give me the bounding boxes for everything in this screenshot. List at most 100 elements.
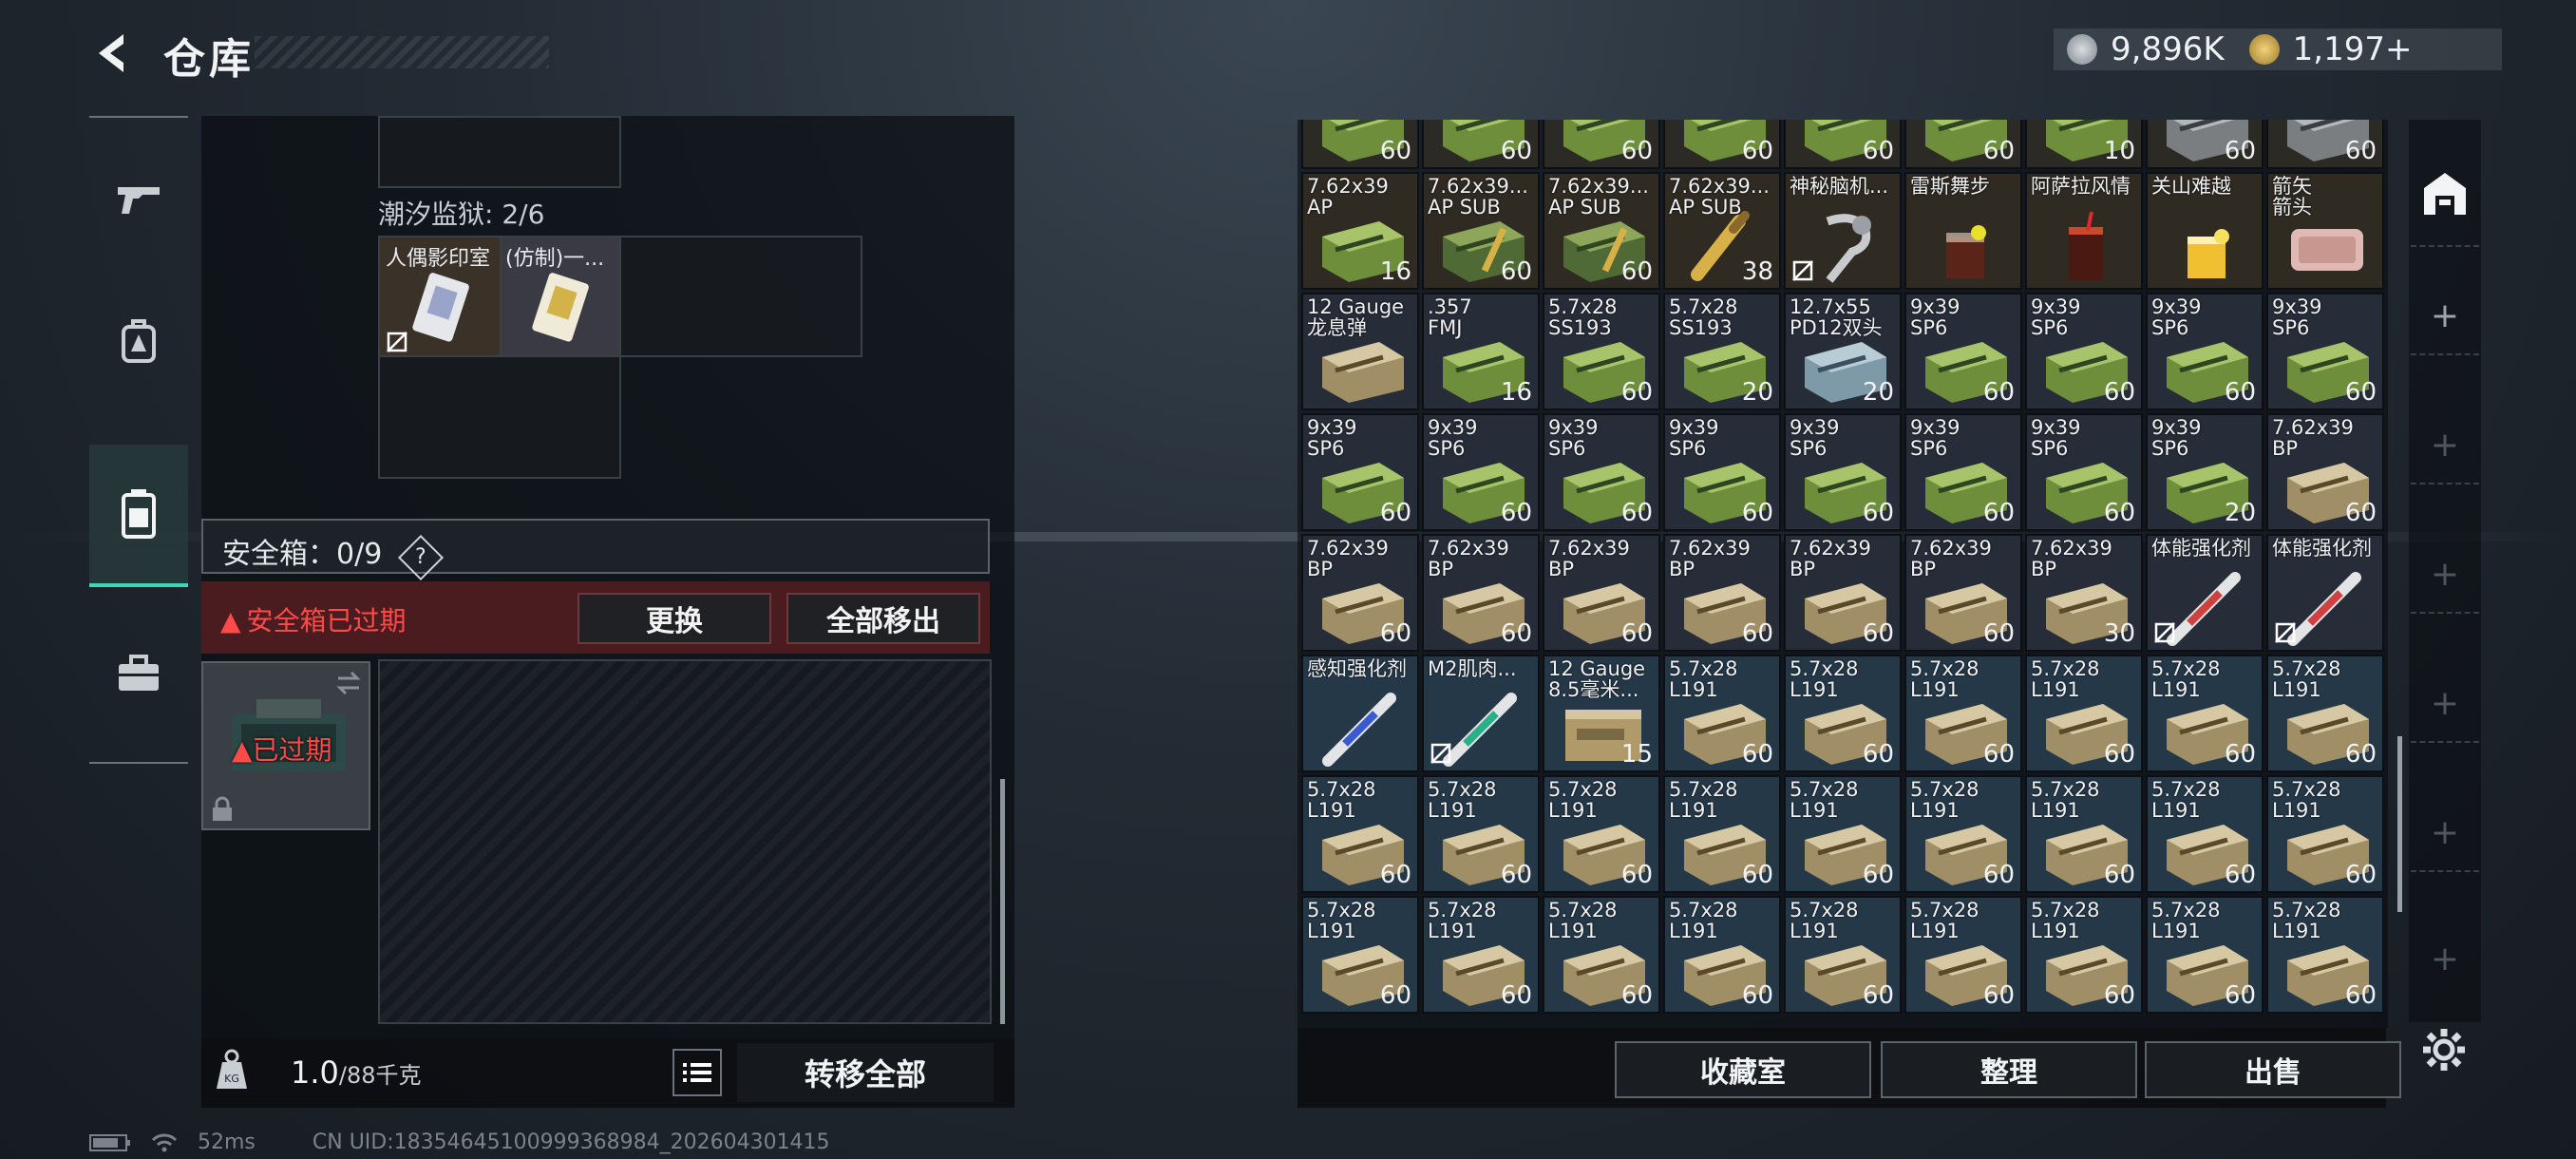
inventory-item[interactable]: 5.7x28 L191 60 xyxy=(1422,775,1540,893)
inventory-item[interactable]: .357 FMJ 16 xyxy=(1422,293,1540,410)
inventory-item[interactable]: 感知强化剂 xyxy=(1301,655,1419,772)
inventory-item[interactable]: 7.62x39... AP SUB 60 xyxy=(1543,172,1660,290)
inventory-item[interactable]: 9x39 SP6 60 xyxy=(1784,413,1902,531)
warehouse-tab-1[interactable] xyxy=(2411,142,2479,247)
inventory-item[interactable]: 9x39 SP6 20 xyxy=(2146,413,2263,531)
inventory-item[interactable]: 体能强化剂 xyxy=(2266,534,2384,652)
nav-weapons[interactable] xyxy=(89,127,188,270)
inventory-item[interactable]: 12 Gauge 8.5毫米... 15 xyxy=(1543,655,1660,772)
inventory-item[interactable]: 5.7x28 L191 60 xyxy=(2025,775,2143,893)
inventory-item[interactable]: 7.62x39 BP 60 xyxy=(2266,413,2384,531)
inventory-item[interactable]: 5.7x28 L191 60 xyxy=(1663,775,1781,893)
inventory-item[interactable]: 5.7x28 L191 60 xyxy=(2146,655,2263,772)
gold-amount[interactable]: 1,197+ xyxy=(2293,30,2413,68)
prison-empty-slot[interactable] xyxy=(619,236,862,357)
inventory-item[interactable]: 7.62x39 BP 60 xyxy=(1784,534,1902,652)
inventory-item[interactable]: 5.7x28 L191 60 xyxy=(1784,896,1902,1014)
inventory-item[interactable]: 60 xyxy=(1784,120,1902,169)
inventory-item[interactable]: 关山难越 xyxy=(2146,172,2263,290)
inventory-item[interactable]: 5.7x28 L191 60 xyxy=(1904,655,2022,772)
inventory-item[interactable]: 9x39 SP6 60 xyxy=(1543,413,1660,531)
inventory-item[interactable]: 5.7x28 L191 60 xyxy=(1543,896,1660,1014)
inventory-item[interactable]: 7.62x39... AP SUB 60 xyxy=(1422,172,1540,290)
inventory-item[interactable]: 5.7x28 L191 60 xyxy=(2146,896,2263,1014)
inventory-item[interactable]: 5.7x28 L191 60 xyxy=(1301,896,1419,1014)
nav-tools[interactable] xyxy=(89,602,188,745)
inventory-item[interactable]: M2肌肉... xyxy=(1422,655,1540,772)
inventory-item[interactable]: 12.7x55 PD12双头 20 xyxy=(1784,293,1902,410)
inventory-item[interactable]: 5.7x28 L191 60 xyxy=(2146,775,2263,893)
inventory-item[interactable]: 5.7x28 L191 60 xyxy=(1784,775,1902,893)
help-icon[interactable]: ? xyxy=(397,534,444,581)
prison-empty-slot[interactable] xyxy=(378,355,621,479)
add-warehouse-tab[interactable]: + xyxy=(2411,277,2479,355)
inventory-item[interactable]: 5.7x28 L191 60 xyxy=(1904,775,2022,893)
inventory-item[interactable]: 7.62x39 AP 16 xyxy=(1301,172,1419,290)
inventory-item[interactable]: 12 Gauge 龙息弹 xyxy=(1301,293,1419,410)
inventory-item[interactable]: 60 xyxy=(1543,120,1660,169)
sell-button[interactable]: 出售 xyxy=(2145,1041,2401,1098)
inventory-item[interactable]: 9x39 SP6 60 xyxy=(1904,293,2022,410)
settings-gear-icon[interactable] xyxy=(2420,1026,2468,1074)
inventory-item[interactable]: 5.7x28 L191 60 xyxy=(2266,775,2384,893)
inventory-item[interactable]: 5.7x28 SS193 60 xyxy=(1543,293,1660,410)
inventory-item[interactable]: 5.7x28 L191 60 xyxy=(1663,655,1781,772)
prison-item-2[interactable]: (仿制)一... xyxy=(500,236,621,357)
inventory-item[interactable]: 7.62x39... AP SUB 38 xyxy=(1663,172,1781,290)
remove-all-button[interactable]: 全部移出 xyxy=(786,593,980,644)
inventory-item[interactable]: 阿萨拉风情 xyxy=(2025,172,2143,290)
inventory-item[interactable]: 7.62x39 BP 60 xyxy=(1543,534,1660,652)
inventory-item[interactable]: 5.7x28 L191 60 xyxy=(1301,775,1419,893)
inventory-item[interactable]: 7.62x39 BP 60 xyxy=(1904,534,2022,652)
locked-warehouse-tab[interactable]: + xyxy=(2411,794,2479,872)
inventory-item[interactable]: 60 xyxy=(2266,120,2384,169)
inventory-item[interactable]: 60 xyxy=(1301,120,1419,169)
inventory-item[interactable]: 5.7x28 SS193 20 xyxy=(1663,293,1781,410)
locked-warehouse-tab[interactable]: + xyxy=(2411,536,2479,614)
inventory-item[interactable]: 5.7x28 L191 60 xyxy=(2266,896,2384,1014)
inventory-item[interactable]: 7.62x39 BP 60 xyxy=(1301,534,1419,652)
locked-warehouse-tab[interactable]: + xyxy=(2411,920,2479,998)
inventory-item[interactable]: 箭矢 箭头 xyxy=(2266,172,2384,290)
inventory-item[interactable]: 9x39 SP6 60 xyxy=(1904,413,2022,531)
collection-button[interactable]: 收藏室 xyxy=(1615,1041,1871,1098)
inventory-item[interactable]: 5.7x28 L191 60 xyxy=(2025,655,2143,772)
inventory-scrollbar[interactable] xyxy=(2397,736,2402,912)
replace-button[interactable]: 更换 xyxy=(578,593,771,644)
inventory-item[interactable]: 7.62x39 BP 30 xyxy=(2025,534,2143,652)
transfer-all-button[interactable]: 转移全部 xyxy=(737,1043,994,1102)
inventory-item[interactable]: 60 xyxy=(1663,120,1781,169)
organize-button[interactable]: 整理 xyxy=(1881,1041,2137,1098)
back-button[interactable] xyxy=(87,27,137,80)
inventory-item[interactable]: 10 xyxy=(2025,120,2143,169)
inventory-item[interactable]: 5.7x28 L191 60 xyxy=(2266,655,2384,772)
inventory-item[interactable]: 9x39 SP6 60 xyxy=(2025,293,2143,410)
inventory-item[interactable]: 9x39 SP6 60 xyxy=(2025,413,2143,531)
inventory-item[interactable]: 5.7x28 L191 60 xyxy=(1784,655,1902,772)
inventory-item[interactable]: 9x39 SP6 60 xyxy=(2146,293,2263,410)
inventory-item[interactable]: 雷斯舞步 xyxy=(1904,172,2022,290)
inventory-item[interactable]: 5.7x28 L191 60 xyxy=(1543,775,1660,893)
inventory-item[interactable]: 5.7x28 L191 60 xyxy=(1904,896,2022,1014)
inventory-item[interactable]: 9x39 SP6 60 xyxy=(2266,293,2384,410)
inventory-item[interactable]: 5.7x28 L191 60 xyxy=(2025,896,2143,1014)
locked-warehouse-tab[interactable]: + xyxy=(2411,407,2479,484)
inventory-item[interactable]: 60 xyxy=(1422,120,1540,169)
inventory-item[interactable]: 体能强化剂 xyxy=(2146,534,2263,652)
stash-scrollbar[interactable] xyxy=(1000,779,1005,1024)
container-slot-top[interactable] xyxy=(378,116,621,188)
safebox-grid[interactable] xyxy=(378,659,992,1024)
nav-safebox[interactable] xyxy=(89,445,188,587)
inventory-item[interactable]: 5.7x28 L191 60 xyxy=(1422,896,1540,1014)
nav-gear[interactable] xyxy=(89,270,188,412)
list-view-button[interactable] xyxy=(672,1049,722,1096)
inventory-item[interactable]: 9x39 SP6 60 xyxy=(1422,413,1540,531)
safebox-slot[interactable]: ▲已过期 xyxy=(201,661,370,830)
inventory-item[interactable]: 7.62x39 BP 60 xyxy=(1663,534,1781,652)
locked-warehouse-tab[interactable]: + xyxy=(2411,665,2479,743)
inventory-item[interactable]: 60 xyxy=(1904,120,2022,169)
inventory-item[interactable]: 60 xyxy=(2146,120,2263,169)
inventory-item[interactable]: 神秘脑机... xyxy=(1784,172,1902,290)
prison-item-1[interactable]: 人偶影印室 xyxy=(378,236,502,357)
inventory-item[interactable]: 9x39 SP6 60 xyxy=(1301,413,1419,531)
